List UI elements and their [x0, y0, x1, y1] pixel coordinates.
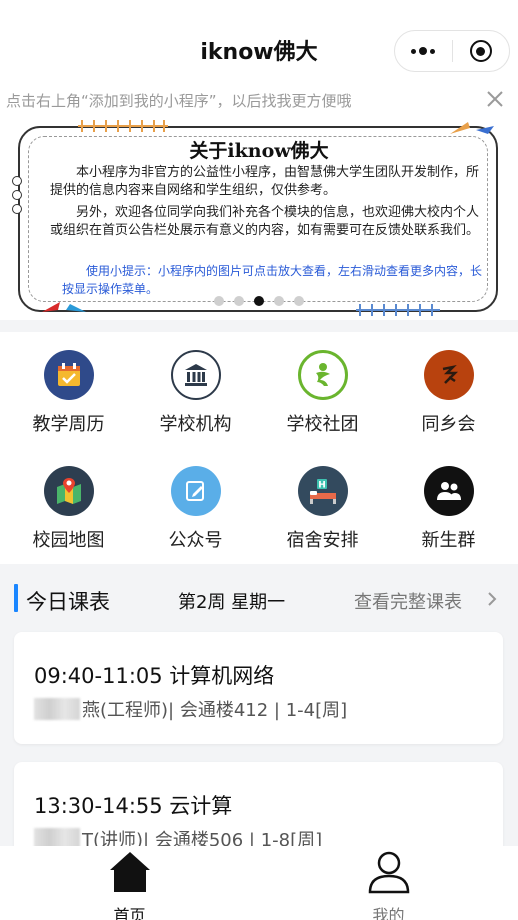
nav-header: iknow佛大 — [0, 0, 518, 88]
grid-item-dorm-arrangement[interactable]: H 宿舍安排 — [258, 448, 387, 551]
binder-ring — [12, 204, 22, 214]
grid-item-hometown-association[interactable]: 同乡会 — [384, 332, 513, 435]
grid-label: 新生群 — [421, 530, 476, 551]
chevron-right-icon[interactable] — [486, 592, 498, 606]
course-time-name: 13:30-14:55 云计算 — [34, 794, 233, 818]
hometown-icon — [423, 350, 474, 400]
grid-item-teaching-calendar[interactable]: 教学周历 — [4, 332, 133, 435]
view-full-schedule-link[interactable]: 查看完整课表 — [354, 588, 462, 614]
tab-mine[interactable]: 我的 — [259, 846, 518, 920]
pencil-deco-icon — [450, 122, 494, 134]
grid-label: 校园地图 — [32, 530, 105, 551]
grid-item-freshman-group[interactable]: 新生群 — [384, 448, 513, 551]
svg-text:H: H — [318, 481, 326, 491]
club-icon — [297, 350, 348, 400]
add-to-miniprogram-tip: 点击右上角“添加到我的小程序”，以后找我更方便哦 — [0, 86, 518, 114]
week-day-label: 第2周 星期一 — [178, 592, 286, 613]
group-icon — [423, 466, 474, 516]
more-dots-icon — [411, 47, 436, 55]
tab-label: 我的 — [372, 906, 405, 920]
notice-paragraph: 本小程序为非官方的公益性小程序，由智慧佛大学生团队开发制作，所提供的信息内容来自… — [50, 165, 480, 198]
swiper-dot[interactable] — [214, 296, 224, 306]
tab-label: 首页 — [113, 906, 146, 920]
grid-item-campus-map[interactable]: 校园地图 — [4, 448, 133, 551]
deco-ticks-bottom — [356, 304, 440, 316]
feature-grid: 教学周历 学校机构 学校社团 同乡会 校园地图 公众号 H 宿舍安排 新生群 — [0, 332, 518, 564]
swiper-dot-active[interactable] — [254, 296, 264, 306]
swiper-dot[interactable] — [294, 296, 304, 306]
home-icon — [109, 852, 150, 892]
teacher-title: 燕(工程师) — [82, 700, 169, 721]
grid-item-institutions[interactable]: 学校机构 — [131, 332, 260, 435]
map-icon — [43, 466, 94, 516]
edit-icon — [170, 466, 221, 516]
swiper-dot[interactable] — [274, 296, 284, 306]
more-button[interactable] — [395, 30, 452, 72]
grid-label: 学校机构 — [159, 414, 232, 435]
notice-swiper[interactable]: 关于iknow佛大 本小程序为非官方的公益性小程序，由智慧佛大学生团队开发制作，… — [0, 114, 518, 320]
target-icon — [469, 40, 492, 62]
calendar-icon — [43, 350, 94, 400]
grid-label: 公众号 — [168, 530, 223, 551]
course-location-weeks: | 会通楼412 | 1-4[周] — [168, 700, 348, 721]
course-time-name: 09:40-11:05 计算机网络 — [34, 664, 275, 688]
binder-ring — [12, 176, 22, 186]
today-schedule-header: 今日课表 第2周 星期一 查看完整课表 — [0, 576, 518, 624]
swiper-dot[interactable] — [234, 296, 244, 306]
grid-label: 宿舍安排 — [286, 530, 359, 551]
miniprogram-capsule — [394, 30, 510, 72]
close-icon[interactable] — [484, 88, 506, 110]
course-info: 燕(工程师) | 会通楼412 | 1-4[周] — [34, 696, 347, 722]
grid-label: 同乡会 — [421, 414, 476, 435]
user-icon — [368, 851, 409, 894]
swiper-indicator — [214, 296, 304, 306]
grid-label: 学校社团 — [286, 414, 359, 435]
notice-title: 关于iknow佛大 — [189, 140, 329, 162]
tip-text: 点击右上角“添加到我的小程序”，以后找我更方便哦 — [6, 92, 352, 110]
deco-ticks-top — [78, 120, 168, 132]
institution-icon — [170, 350, 221, 400]
grid-label: 教学周历 — [32, 414, 105, 435]
blurred-teacher-name — [34, 698, 80, 720]
notice-hint: 使用小提示：小程序内的图片可点击放大查看，左右滑动查看更多内容，长按显示操作菜单… — [62, 264, 483, 296]
dorm-icon: H — [297, 466, 348, 516]
exit-button[interactable] — [452, 30, 509, 72]
section-title: 今日课表 — [26, 590, 110, 614]
grid-item-clubs[interactable]: 学校社团 — [258, 332, 387, 435]
bottom-tab-bar: 首页 我的 — [0, 846, 518, 920]
notice-paragraph: 另外，欢迎各位同学向我们补充各个模块的信息，也欢迎佛大校内个人或组织在首页公告栏… — [50, 205, 480, 238]
course-card[interactable]: 09:40-11:05 计算机网络 燕(工程师) | 会通楼412 | 1-4[… — [14, 632, 503, 744]
section-accent-bar — [14, 584, 18, 612]
grid-item-official-account[interactable]: 公众号 — [131, 448, 260, 551]
tab-home[interactable]: 首页 — [0, 846, 259, 920]
binder-ring — [12, 190, 22, 200]
pencil-deco-icon — [42, 302, 86, 312]
